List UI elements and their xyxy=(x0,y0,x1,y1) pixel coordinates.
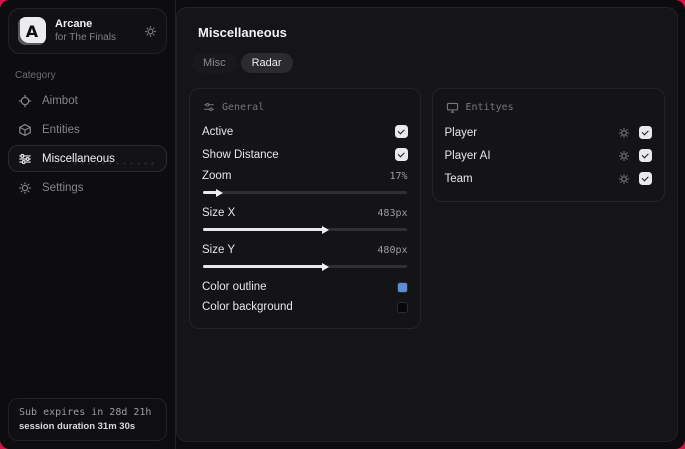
app-logo: A xyxy=(18,17,46,45)
logo-card: A Arcane for The Finals xyxy=(8,8,167,54)
gear-icon[interactable] xyxy=(618,173,630,185)
gear-icon[interactable] xyxy=(618,127,630,139)
team-checkbox[interactable] xyxy=(639,172,652,185)
sidebar-nav: Aimbot Entities Miscellaneous Settings xyxy=(8,87,167,201)
player-ai-checkbox[interactable] xyxy=(639,149,652,162)
setting-label: Color outline xyxy=(202,281,267,293)
entity-row-player-ai: Player AI xyxy=(445,144,652,167)
sidebar: A Arcane for The Finals Category Aimbot xyxy=(0,0,176,449)
setting-label: Zoom xyxy=(202,170,232,182)
panel-header-label: Entityes xyxy=(465,102,514,113)
crosshair-icon xyxy=(18,94,32,108)
setting-label: Size Y xyxy=(202,244,236,256)
show-distance-checkbox[interactable] xyxy=(394,148,408,161)
sliders-icon xyxy=(18,152,32,166)
monitor-icon xyxy=(446,101,459,114)
setting-label: Active xyxy=(202,125,234,138)
size-y-slider[interactable] xyxy=(203,262,407,271)
sidebar-item-label: Settings xyxy=(42,181,84,194)
tab-radar[interactable]: Radar xyxy=(240,53,293,73)
setting-row-size-y: Size Y 480px xyxy=(202,240,408,271)
slider-thumb[interactable] xyxy=(322,225,330,234)
sidebar-item-label: Entities xyxy=(42,123,80,136)
sidebar-item-miscellaneous[interactable]: Miscellaneous xyxy=(8,145,167,172)
app-subtitle: for The Finals xyxy=(55,31,116,43)
zoom-slider[interactable] xyxy=(203,188,407,197)
size-x-slider[interactable] xyxy=(203,225,407,234)
entities-box-icon xyxy=(18,123,32,137)
main-panel: Miscellaneous Misc Radar General Active xyxy=(176,7,678,442)
gear-icon[interactable] xyxy=(618,150,630,162)
setting-row-color-outline: Color outline xyxy=(202,277,408,297)
size-x-value: 483px xyxy=(377,207,408,219)
page-title: Miscellaneous xyxy=(198,25,287,40)
active-checkbox[interactable] xyxy=(394,125,408,138)
setting-row-size-x: Size X 483px xyxy=(202,203,408,234)
entity-row-team: Team xyxy=(445,167,652,190)
slider-thumb[interactable] xyxy=(216,188,224,197)
slider-fill xyxy=(203,228,326,231)
entity-label: Team xyxy=(444,172,473,185)
sliders-icon xyxy=(203,101,215,113)
subscription-card: Sub expires in 28d 21h session duration … xyxy=(8,398,167,441)
entity-label: Player xyxy=(444,126,478,139)
player-checkbox[interactable] xyxy=(639,126,652,139)
general-panel: General Active Show Distance Zoom 17% Si… xyxy=(189,88,421,329)
sidebar-item-aimbot[interactable]: Aimbot xyxy=(8,87,167,114)
setting-label: Show Distance xyxy=(202,148,279,161)
check-icon xyxy=(397,149,404,157)
category-label: Category xyxy=(15,70,56,81)
check-icon xyxy=(641,150,649,158)
setting-label: Size X xyxy=(202,207,236,219)
color-background-swatch[interactable] xyxy=(396,301,408,313)
app-window: A Arcane for The Finals Category Aimbot xyxy=(0,0,685,449)
check-icon xyxy=(641,173,649,181)
tab-misc[interactable]: Misc xyxy=(192,53,237,73)
dot-pattern-decoration xyxy=(72,160,156,167)
setting-row-active: Active xyxy=(202,120,408,143)
setting-row-color-background: Color background xyxy=(202,297,408,317)
setting-label: Color background xyxy=(202,301,293,313)
color-outline-swatch[interactable] xyxy=(396,281,408,293)
slider-thumb[interactable] xyxy=(322,262,330,271)
zoom-value: 17% xyxy=(389,170,408,182)
setting-row-zoom: Zoom 17% xyxy=(202,166,408,197)
slider-fill xyxy=(203,265,326,268)
tab-bar: Misc Radar xyxy=(192,53,665,73)
entities-panel: Entityes Player Player AI Team xyxy=(431,88,665,202)
entity-row-player: Player xyxy=(445,121,652,144)
check-icon xyxy=(641,127,649,135)
sidebar-item-settings[interactable]: Settings xyxy=(8,174,167,201)
check-icon xyxy=(397,126,404,134)
sub-expiry-text: Sub expires in 28d 21h xyxy=(19,407,152,418)
panel-header-label: General xyxy=(222,101,265,113)
app-title: Arcane xyxy=(55,17,93,30)
session-duration-text: session duration 31m 30s xyxy=(19,421,136,432)
sidebar-item-label: Aimbot xyxy=(42,94,78,107)
gear-icon xyxy=(18,181,32,195)
gear-icon[interactable] xyxy=(144,25,157,38)
sidebar-item-entities[interactable]: Entities xyxy=(8,116,167,143)
size-y-value: 480px xyxy=(377,244,408,256)
entity-label: Player AI xyxy=(444,149,491,162)
setting-row-show-distance: Show Distance xyxy=(202,143,408,166)
